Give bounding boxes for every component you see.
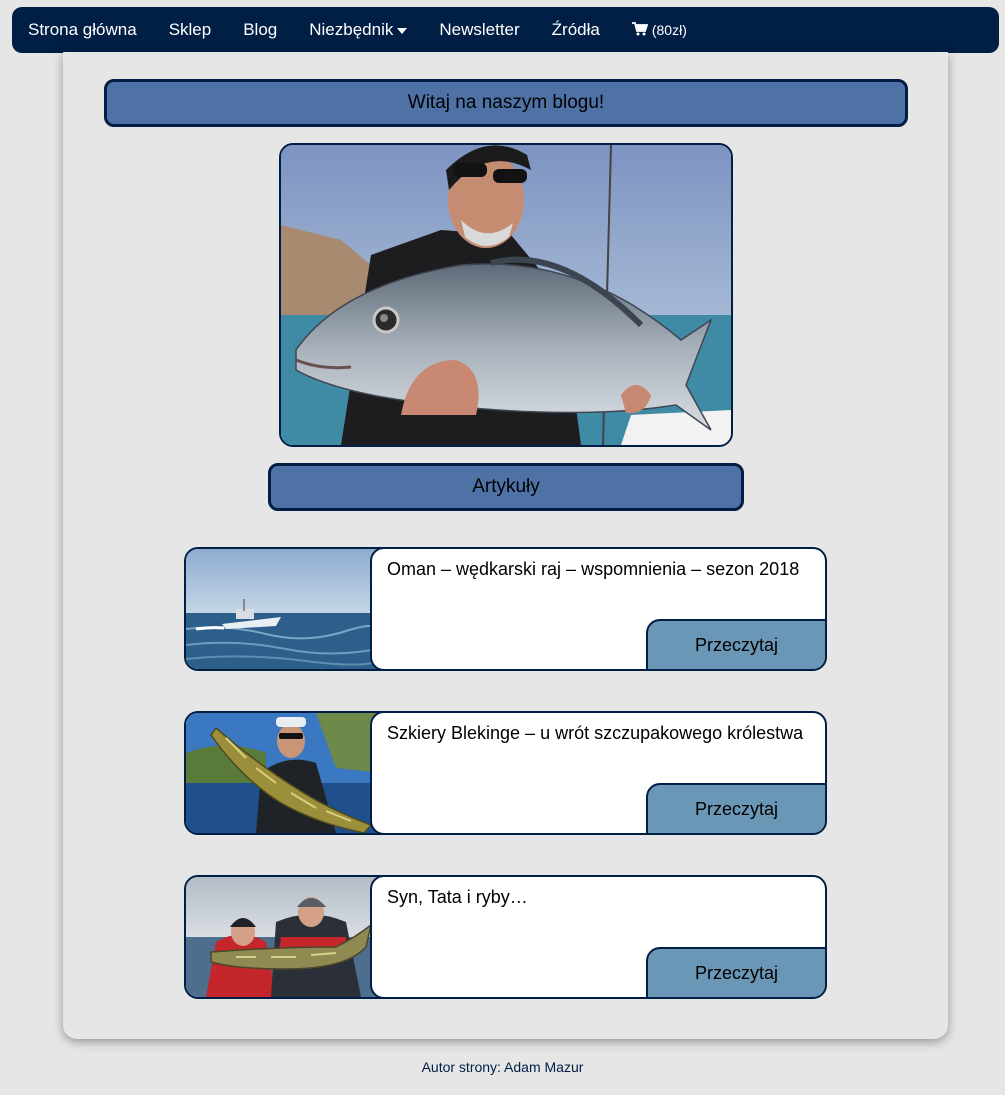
- article-thumbnail-pike-angler: [186, 713, 386, 833]
- article-card: Syn, Tata i ryby… Przeczytaj: [184, 875, 827, 999]
- article-thumbnail-son-and-father: [186, 877, 386, 997]
- caret-down-icon: [397, 20, 408, 40]
- article-text-box: Oman – wędkarski raj – wspomnienia – sez…: [370, 549, 825, 669]
- article-title: Syn, Tata i ryby…: [387, 887, 528, 907]
- article-thumbnail-boat: [186, 549, 386, 669]
- hero-image-fisherman-with-fish: [279, 143, 733, 447]
- shopping-cart-icon: [631, 21, 652, 39]
- nav-sources-link[interactable]: Źródła: [552, 20, 600, 40]
- article-title: Szkiery Blekinge – u wrót szczupakowego …: [387, 723, 804, 743]
- article-title: Oman – wędkarski raj – wspomnienia – sez…: [387, 559, 800, 579]
- cart-link[interactable]: (80zł): [631, 21, 687, 39]
- read-article-button[interactable]: Przeczytaj: [646, 783, 825, 833]
- welcome-banner: Witaj na naszym blogu!: [104, 79, 908, 127]
- nav-essentials-label: Niezbędnik: [309, 20, 394, 39]
- nav-blog-link[interactable]: Blog: [243, 20, 277, 40]
- read-article-button[interactable]: Przeczytaj: [646, 947, 825, 997]
- article-text-box: Syn, Tata i ryby… Przeczytaj: [370, 877, 825, 997]
- footer-author: Autor strony: Adam Mazur: [421, 1059, 584, 1075]
- top-navbar: Strona główna Sklep Blog Niezbędnik News…: [12, 7, 999, 53]
- article-text-box: Szkiery Blekinge – u wrót szczupakowego …: [370, 713, 825, 833]
- read-article-button[interactable]: Przeczytaj: [646, 619, 825, 669]
- cart-total: (80zł): [651, 22, 687, 38]
- nav-home-link[interactable]: Strona główna: [28, 20, 137, 40]
- article-card: Oman – wędkarski raj – wspomnienia – sez…: [184, 547, 827, 671]
- article-card: Szkiery Blekinge – u wrót szczupakowego …: [184, 711, 827, 835]
- nav-shop-link[interactable]: Sklep: [169, 20, 212, 40]
- nav-essentials-dropdown[interactable]: Niezbędnik: [309, 20, 408, 40]
- nav-newsletter-link[interactable]: Newsletter: [439, 20, 519, 40]
- articles-heading: Artykuły: [268, 463, 744, 511]
